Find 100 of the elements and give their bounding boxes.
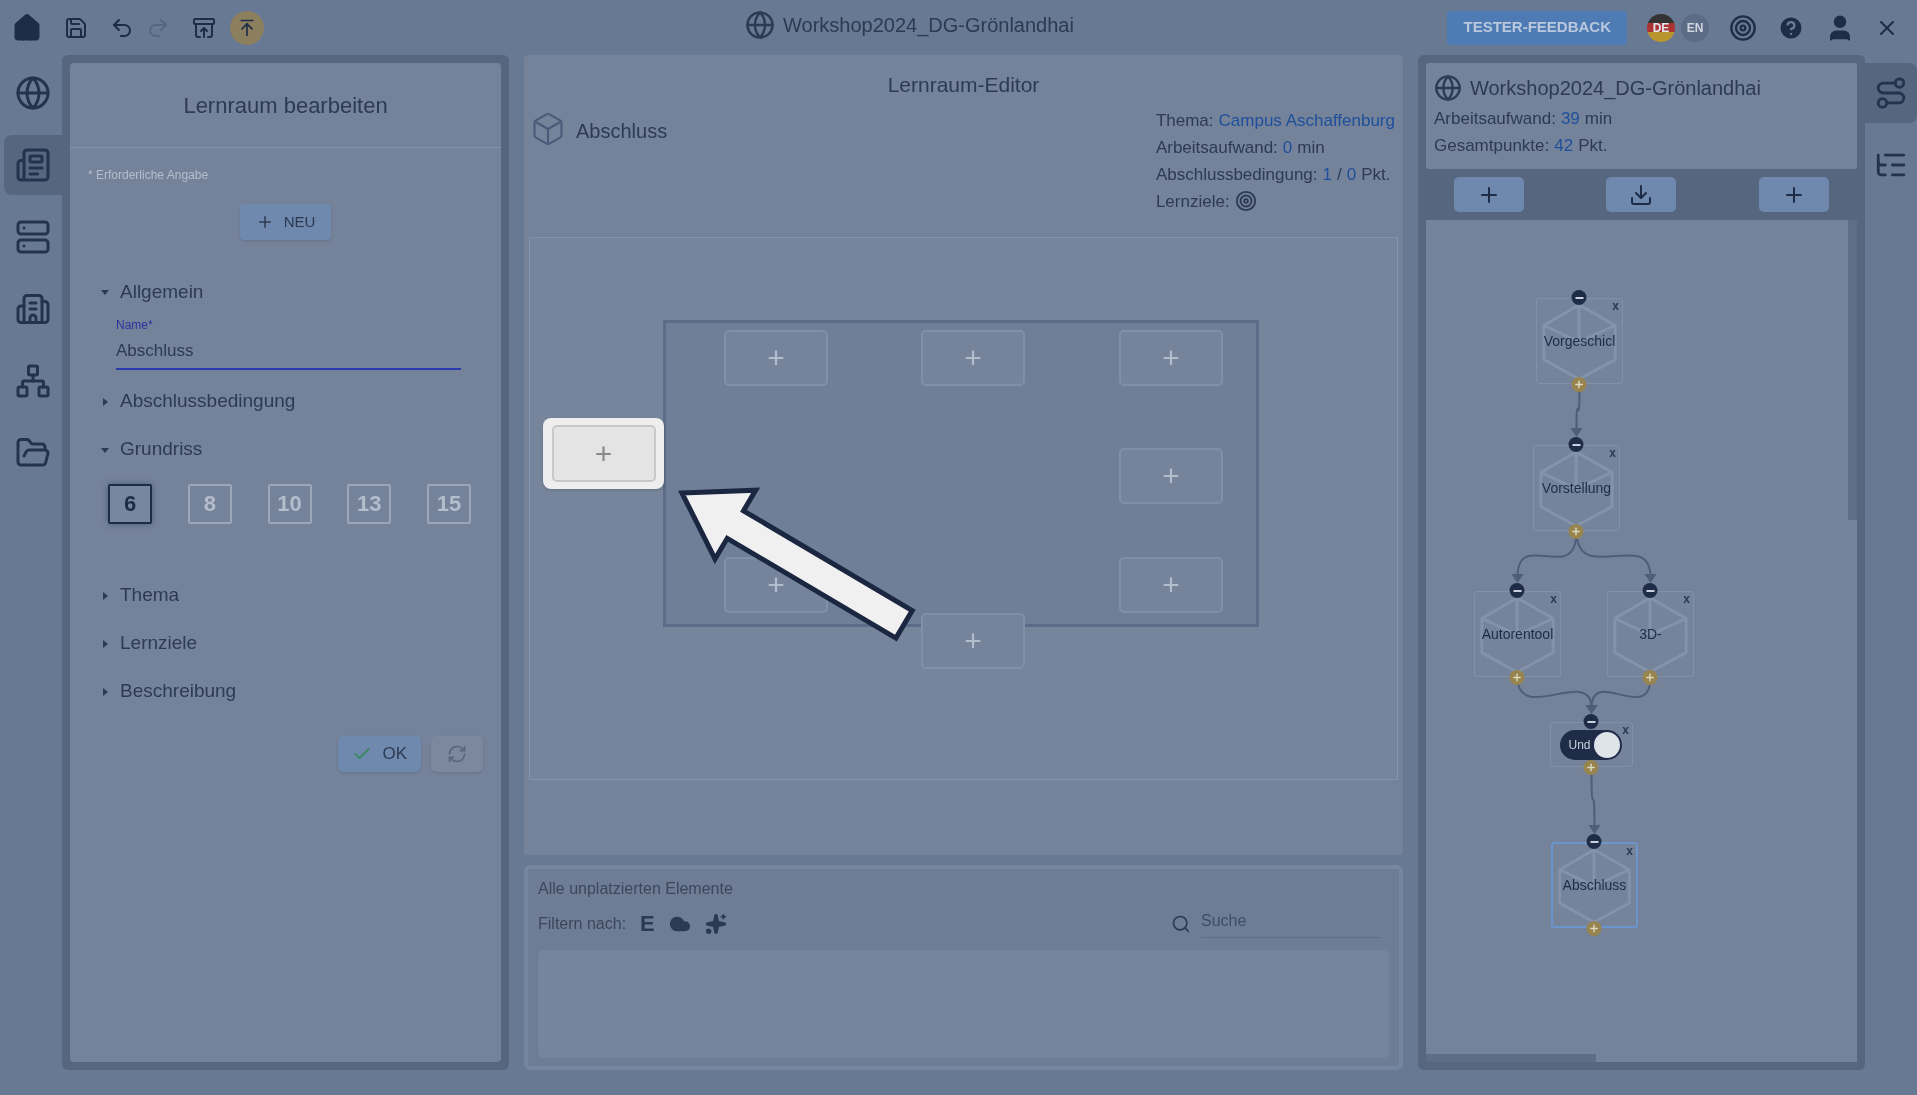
node-label: Vorgeschicl bbox=[1543, 331, 1616, 351]
info-label: Lernziele: bbox=[1155, 190, 1230, 213]
add-element-slot[interactable]: + bbox=[1119, 447, 1224, 504]
space-node[interactable]: x 3D- bbox=[1606, 591, 1694, 677]
add-element-slot[interactable]: + bbox=[724, 329, 829, 386]
import-button[interactable] bbox=[1606, 177, 1677, 212]
required-note: * Erforderliche Angabe bbox=[88, 167, 210, 184]
space-node[interactable]: x Vorstellung bbox=[1532, 445, 1620, 531]
section-header[interactable]: Thema bbox=[100, 571, 472, 620]
upload-button[interactable] bbox=[230, 10, 264, 45]
info-label: Pkt. bbox=[1578, 135, 1608, 157]
section-header[interactable]: Allgemein bbox=[100, 268, 472, 316]
info-value: 0 bbox=[1282, 136, 1293, 159]
floorplan-option[interactable]: 8 bbox=[187, 483, 232, 524]
filter-toggle[interactable]: E bbox=[640, 907, 655, 940]
remove-button[interactable]: x bbox=[1683, 590, 1690, 608]
globe-icon bbox=[745, 10, 775, 40]
sparkles-icon[interactable] bbox=[704, 912, 727, 935]
field-label: Name* bbox=[116, 317, 154, 334]
save-icon[interactable] bbox=[64, 15, 88, 40]
rail-tab[interactable] bbox=[4, 135, 62, 195]
remove-button[interactable]: x bbox=[1626, 842, 1633, 860]
world-title: Workshop2024_DG-Grönlandhai bbox=[1469, 76, 1761, 102]
output-port-icon[interactable] bbox=[1642, 670, 1658, 685]
section-header[interactable]: Beschreibung bbox=[100, 667, 472, 716]
info-value: 1 bbox=[1322, 163, 1332, 186]
floorplan-option[interactable]: 15 bbox=[427, 483, 471, 524]
caret-icon bbox=[100, 287, 110, 297]
building-icon bbox=[15, 291, 51, 327]
name-field[interactable]: Abschluss bbox=[116, 334, 462, 370]
space-node[interactable]: x Abschluss bbox=[1550, 842, 1638, 928]
add-element-slot[interactable]: + bbox=[1119, 556, 1224, 613]
globe-icon bbox=[15, 75, 51, 111]
caret-icon bbox=[100, 686, 110, 697]
refresh-icon bbox=[447, 743, 468, 764]
window-title: Workshop2024_DG-Grönlandhai bbox=[783, 13, 1074, 39]
add-element-slot[interactable]: + bbox=[921, 612, 1026, 669]
globe-icon bbox=[1433, 74, 1462, 102]
info-label: Pkt. bbox=[1361, 163, 1391, 186]
remove-button[interactable]: x bbox=[1622, 721, 1629, 739]
section-header[interactable]: Grundriss bbox=[100, 425, 472, 474]
search-icon bbox=[1170, 913, 1191, 934]
info-label: Thema: bbox=[1155, 109, 1214, 132]
caret-icon bbox=[100, 396, 110, 407]
node-label: Abschluss bbox=[1562, 875, 1627, 895]
and-or-toggle[interactable]: Und bbox=[1560, 729, 1623, 760]
info-label: min bbox=[1297, 136, 1325, 159]
section-header[interactable]: Lernziele bbox=[100, 619, 472, 668]
archive-icon[interactable] bbox=[192, 15, 216, 40]
language-flag[interactable]: EN bbox=[1681, 13, 1709, 42]
section-header[interactable]: Abschlussbedingung bbox=[100, 377, 472, 426]
floorplan-option[interactable]: 13 bbox=[347, 483, 392, 524]
floorplan-option[interactable]: 10 bbox=[267, 483, 312, 524]
remove-button[interactable]: x bbox=[1612, 297, 1619, 315]
remove-button[interactable]: x bbox=[1550, 590, 1557, 608]
node-label: 3D- bbox=[1639, 624, 1662, 644]
feedback-button[interactable]: TESTER-FEEDBACK bbox=[1447, 10, 1627, 45]
caret-icon bbox=[100, 590, 110, 601]
info-label: Abschlussbedingung: bbox=[1155, 163, 1318, 186]
info-label: min bbox=[1584, 108, 1613, 130]
network-icon bbox=[15, 363, 51, 399]
output-port-icon[interactable] bbox=[1509, 670, 1525, 685]
add-space-button[interactable] bbox=[1453, 177, 1524, 212]
add-element-slot[interactable]: + bbox=[1119, 329, 1224, 386]
caret-icon bbox=[100, 638, 110, 649]
condition-node[interactable]: x Und bbox=[1549, 722, 1633, 767]
space-node[interactable]: x Vorgeschicl bbox=[1535, 298, 1623, 384]
editor-title: Lernraum-Editor bbox=[887, 72, 1040, 98]
add-condition-button[interactable] bbox=[1759, 177, 1829, 212]
space-node[interactable]: x Autorentool bbox=[1473, 591, 1561, 677]
info-value: 39 bbox=[1560, 108, 1580, 130]
document-icon bbox=[15, 147, 51, 183]
target-icon[interactable] bbox=[1729, 13, 1757, 42]
info-label: Arbeitsaufwand: bbox=[1433, 108, 1556, 130]
output-port-icon[interactable] bbox=[1571, 377, 1587, 392]
language-flag[interactable]: DE bbox=[1647, 13, 1675, 42]
route-icon bbox=[1874, 76, 1908, 110]
new-button[interactable]: NEU bbox=[239, 204, 332, 240]
rail-tab[interactable] bbox=[1865, 63, 1917, 123]
output-port-icon[interactable] bbox=[1568, 524, 1584, 539]
info-value: Campus Aschaffenburg bbox=[1218, 109, 1395, 132]
panel-title: Lernraum bearbeiten bbox=[183, 91, 388, 120]
server-icon bbox=[15, 219, 51, 255]
info-label: Gesamtpunkte: bbox=[1433, 135, 1550, 157]
upload-icon bbox=[237, 17, 257, 38]
remove-button[interactable]: x bbox=[1609, 444, 1616, 462]
room-name: Abschluss bbox=[576, 118, 668, 144]
node-label: Vorstellung bbox=[1541, 478, 1612, 498]
add-element-slot[interactable]: + bbox=[921, 329, 1026, 386]
download-icon bbox=[1629, 182, 1654, 207]
ok-button[interactable]: OK bbox=[338, 735, 422, 772]
node-label: Autorentool bbox=[1481, 624, 1554, 644]
info-value: 42 bbox=[1554, 135, 1574, 157]
home-icon[interactable] bbox=[12, 12, 42, 43]
info-label: / bbox=[1337, 163, 1342, 186]
add-element-slot[interactable]: + bbox=[551, 424, 656, 482]
output-port-icon[interactable] bbox=[1586, 921, 1602, 936]
floorplan-option[interactable]: 6 bbox=[108, 483, 152, 524]
info-value: 0 bbox=[1346, 163, 1357, 186]
info-label: Arbeitsaufwand: bbox=[1155, 136, 1278, 159]
